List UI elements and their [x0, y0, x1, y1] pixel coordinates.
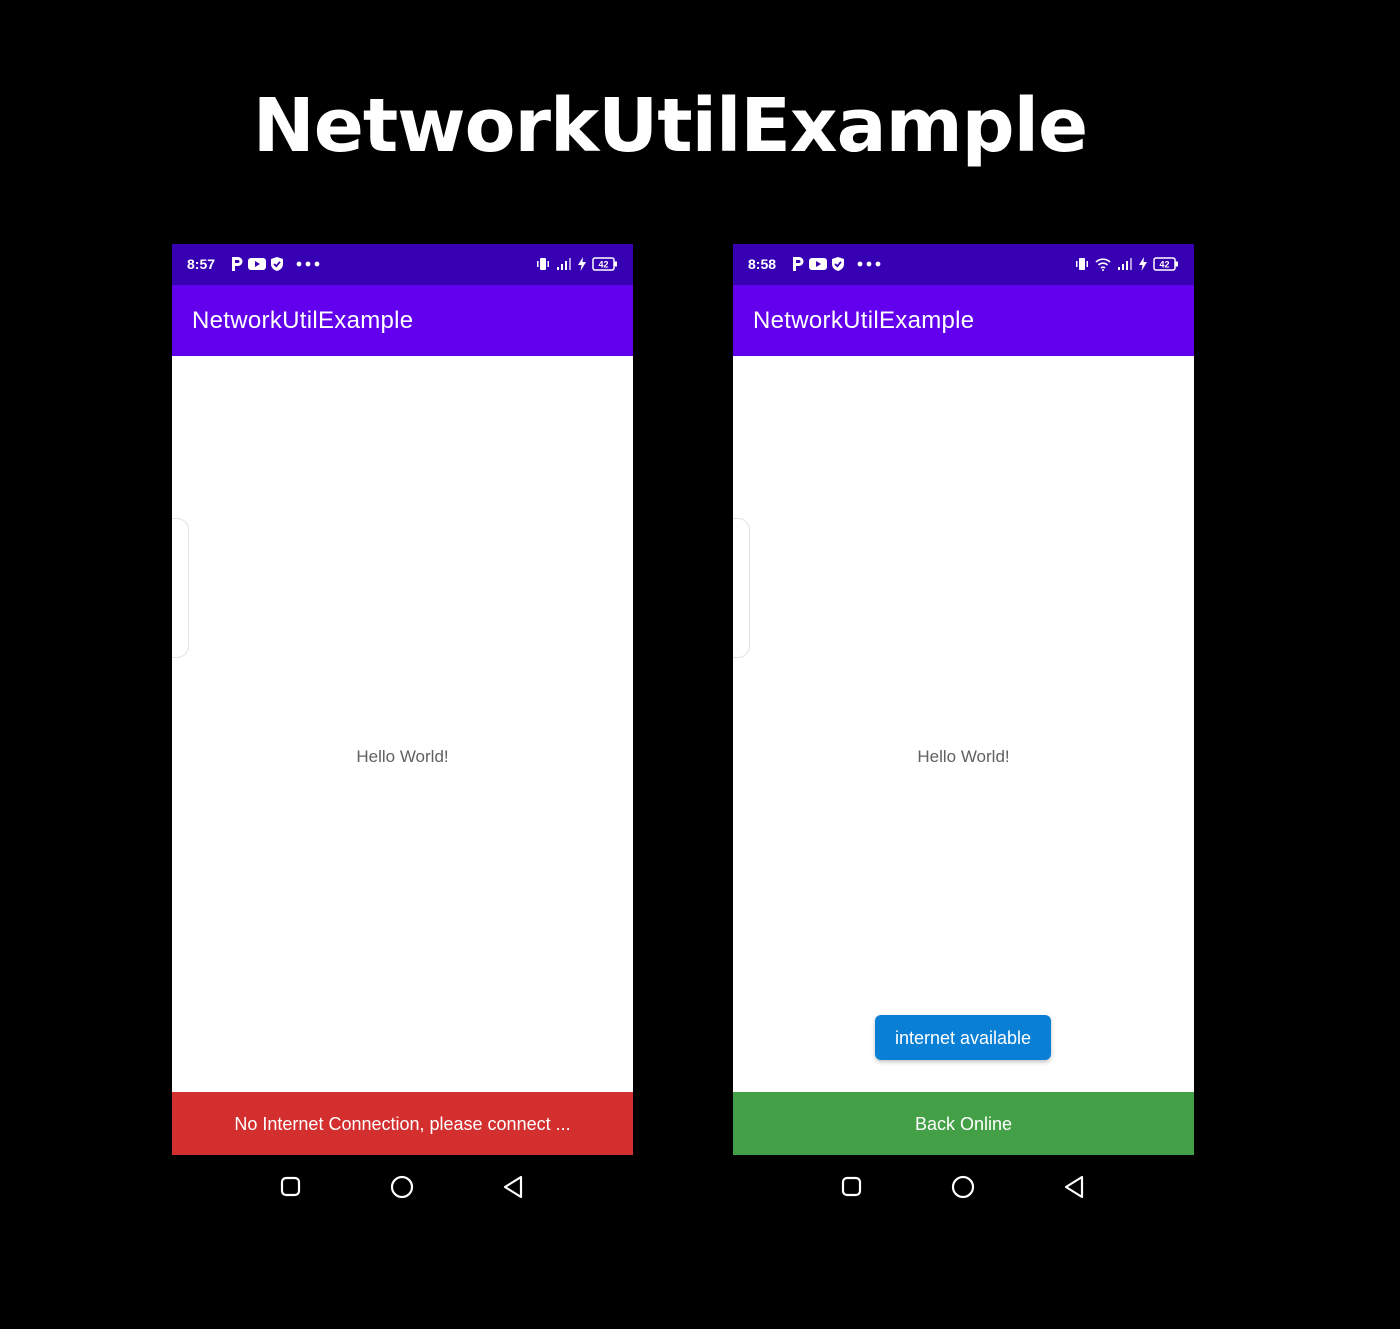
- app-title: NetworkUtilExample: [192, 307, 414, 334]
- back-triangle-icon[interactable]: [499, 1172, 529, 1202]
- navigation-bar: [733, 1170, 1194, 1204]
- status-bar: 8:57 42: [172, 244, 633, 285]
- signal-icon: [556, 257, 572, 271]
- internet-available-toast: internet available: [875, 1015, 1051, 1060]
- main-content: Hello World!: [172, 356, 633, 1092]
- vibrate-icon: [536, 257, 550, 271]
- more-dots-icon: [857, 261, 881, 267]
- charging-icon: [578, 257, 586, 271]
- home-circle-icon[interactable]: [387, 1172, 417, 1202]
- recents-square-icon[interactable]: [276, 1172, 306, 1202]
- status-time: 8:57: [187, 256, 216, 272]
- status-right-icons: 42: [1075, 256, 1179, 272]
- more-dots-icon: [296, 261, 320, 267]
- battery-icon: 42: [1153, 257, 1179, 271]
- p-icon: [230, 256, 244, 272]
- charging-icon: [1139, 257, 1147, 271]
- no-internet-snackbar[interactable]: No Internet Connection, please connect .…: [172, 1092, 633, 1155]
- app-title: NetworkUtilExample: [753, 307, 975, 334]
- app-bar: NetworkUtilExample: [172, 285, 633, 356]
- wifi-icon: [1095, 257, 1111, 271]
- status-left-icons: [230, 256, 320, 272]
- p-icon: [791, 256, 805, 272]
- hello-text: Hello World!: [356, 747, 449, 766]
- main-content: Hello World!: [733, 356, 1194, 1092]
- status-left-icons: [791, 256, 881, 272]
- page-heading: NetworkUtilExample: [252, 83, 1088, 169]
- battery-level: 42: [1159, 260, 1169, 270]
- app-bar: NetworkUtilExample: [733, 285, 1194, 356]
- recents-square-icon[interactable]: [837, 1172, 867, 1202]
- status-bar: 8:58 42: [733, 244, 1194, 285]
- vibrate-icon: [1075, 257, 1089, 271]
- navigation-bar: [172, 1170, 633, 1204]
- phone-screen-online: 8:58 42 NetworkUtilExample Hello World! …: [733, 244, 1194, 1155]
- battery-icon: 42: [592, 257, 618, 271]
- youtube-icon: [248, 257, 266, 271]
- edge-panel-handle[interactable]: [172, 518, 189, 658]
- back-online-snackbar[interactable]: Back Online: [733, 1092, 1194, 1155]
- hello-text: Hello World!: [917, 747, 1010, 766]
- battery-level: 42: [598, 260, 608, 270]
- back-triangle-icon[interactable]: [1060, 1172, 1090, 1202]
- edge-panel-handle[interactable]: [733, 518, 750, 658]
- youtube-icon: [809, 257, 827, 271]
- shield-icon: [270, 256, 284, 272]
- status-time: 8:58: [748, 256, 777, 272]
- status-right-icons: 42: [536, 256, 618, 272]
- signal-icon: [1117, 257, 1133, 271]
- shield-icon: [831, 256, 845, 272]
- home-circle-icon[interactable]: [948, 1172, 978, 1202]
- phone-screen-offline: 8:57 42 NetworkUtilExample Hello World! …: [172, 244, 633, 1155]
